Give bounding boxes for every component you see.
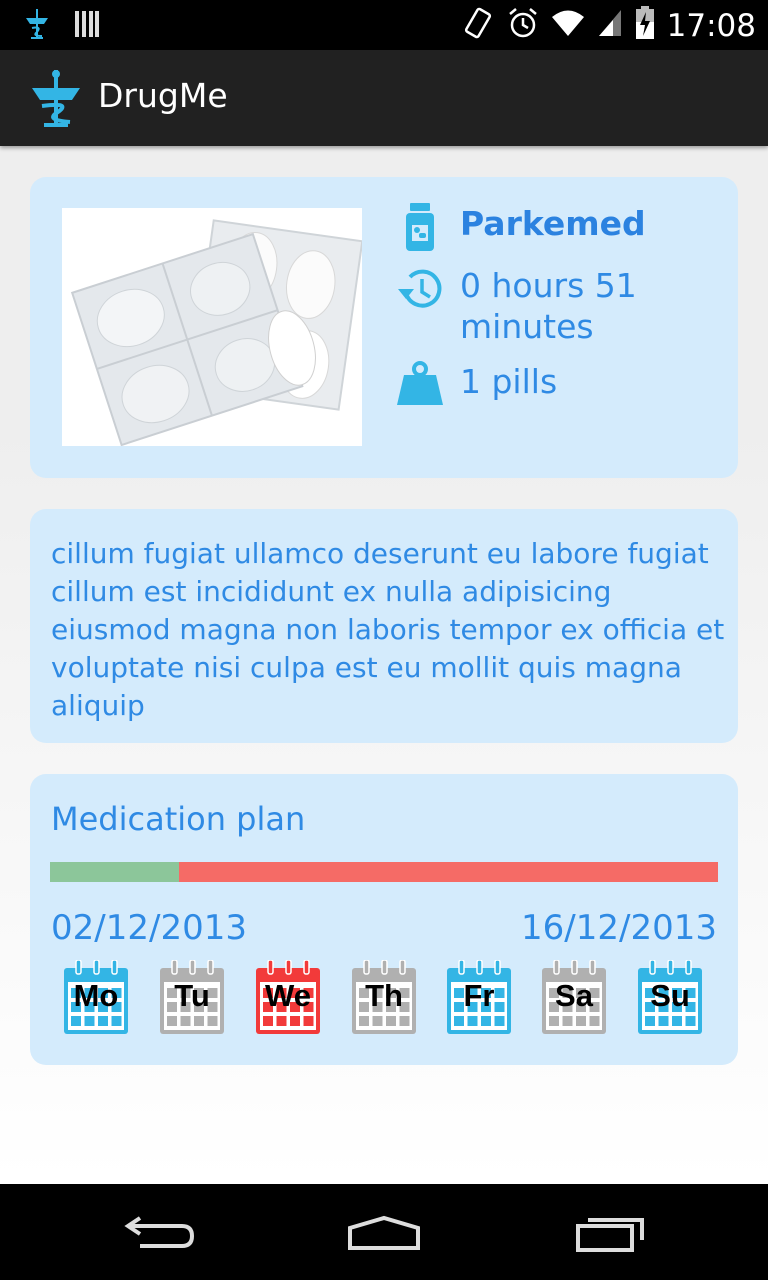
interval-row: 0 hours 51 minutes [392,265,688,347]
description-card: cillum fugiat ullamco deserunt eu labore… [30,509,738,743]
home-icon[interactable] [342,1210,426,1256]
day-label: Th [365,978,403,1013]
rotate-icon [463,6,495,45]
drug-image [62,208,362,446]
day-thursday[interactable]: Th [350,960,418,1036]
status-time: 17:08 [666,7,756,44]
caduceus-icon [22,8,52,45]
medicine-bottle-icon [392,203,448,255]
wifi-icon [551,8,585,43]
plan-progress-fill [50,862,179,882]
day-wednesday[interactable]: We [254,960,322,1036]
history-clock-icon [392,265,448,317]
plan-title: Medication plan [51,800,306,838]
dose-row: 1 pills [392,361,557,413]
caduceus-icon[interactable] [28,68,84,128]
day-tuesday[interactable]: Tu [158,960,226,1036]
day-saturday[interactable]: Sa [540,960,608,1036]
day-friday[interactable]: Fr [445,960,513,1036]
day-label: We [265,978,311,1013]
alarm-icon [507,6,539,45]
back-icon[interactable] [122,1210,206,1256]
day-label: Mo [73,978,119,1013]
day-sunday[interactable]: Su [636,960,704,1036]
battery-charging-icon [635,6,655,45]
medication-plan-card[interactable]: Medication plan 02/12/2013 16/12/2013 Mo… [30,774,738,1065]
weekday-row: Mo Tu We Th Fr Sa Su [62,960,706,1036]
drug-name-row: Parkemed [392,203,646,255]
plan-start-date: 02/12/2013 [51,908,247,948]
drug-name: Parkemed [460,204,646,243]
plan-progress-bar [50,862,718,882]
weight-icon [392,361,448,413]
action-bar: DrugMe [0,50,768,146]
recents-icon[interactable] [572,1210,656,1256]
plan-end-date: 16/12/2013 [521,908,717,948]
signal-icon [597,8,623,43]
day-label: Sa [555,978,593,1013]
day-monday[interactable]: Mo [62,960,130,1036]
day-label: Tu [174,978,210,1013]
dose-text: 1 pills [460,362,558,401]
interval-text: 0 hours 51 minutes [460,266,637,346]
drug-card[interactable]: Parkemed 0 hours 51 minutes 1 pills [30,177,738,478]
app-title: DrugMe [98,76,228,115]
description-text: cillum fugiat ullamco deserunt eu labore… [51,537,725,722]
navigation-bar [0,1184,768,1280]
storage-icon [74,9,100,44]
day-label: Su [650,978,690,1013]
status-bar: 17:08 [0,0,768,50]
day-label: Fr [463,978,495,1013]
